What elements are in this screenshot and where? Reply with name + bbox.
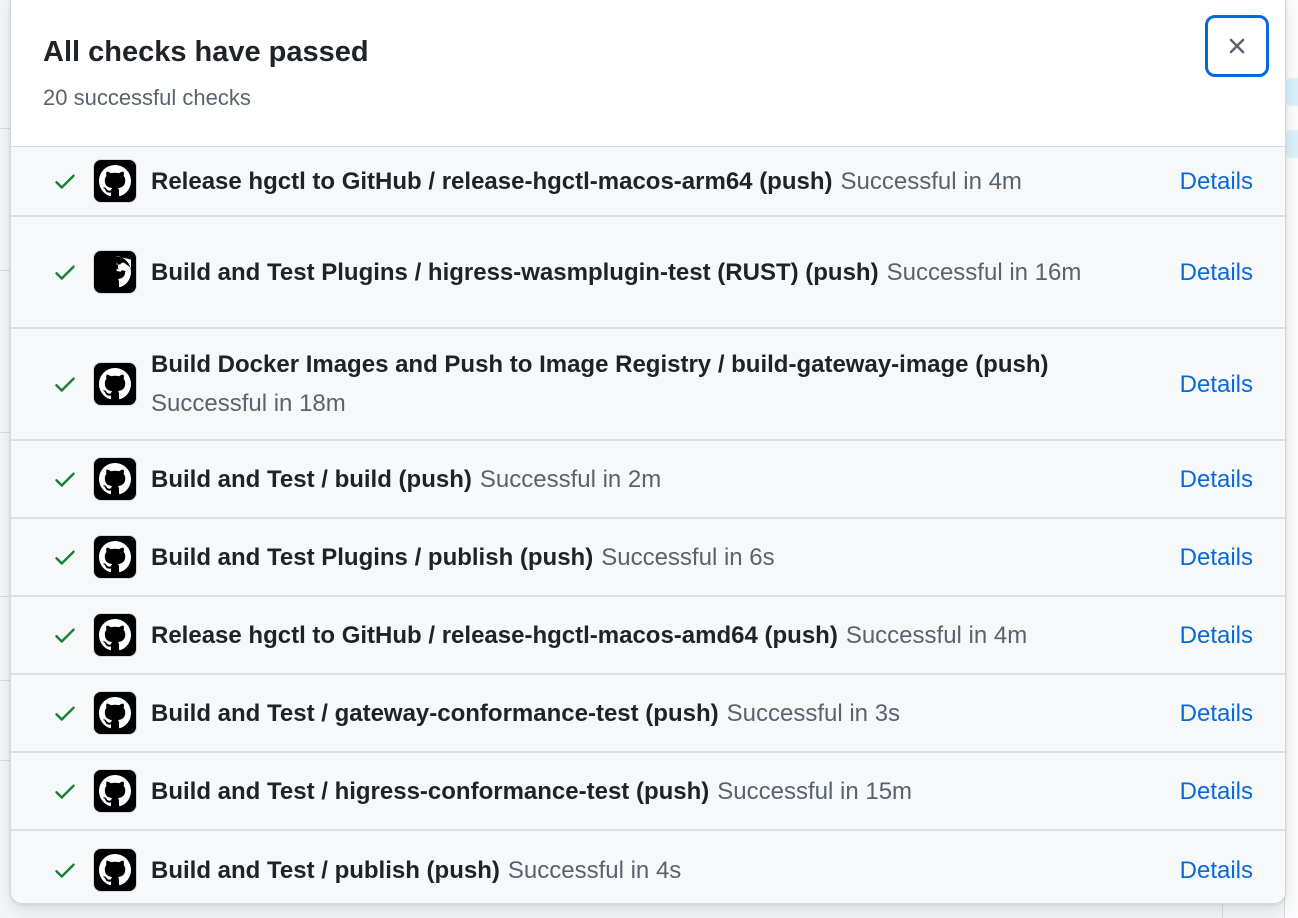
- check-status: Successful in 3s: [726, 699, 901, 727]
- check-icon: [51, 167, 79, 195]
- check-text: Build and Test / publish (push) Successfu…: [151, 851, 1180, 890]
- check-name: Build and Test Plugins / higress-wasmplu…: [151, 258, 879, 286]
- github-actions-icon: [93, 535, 137, 579]
- details-link[interactable]: Details: [1180, 253, 1253, 292]
- github-actions-icon: [93, 362, 137, 406]
- details-link[interactable]: Details: [1180, 772, 1253, 811]
- github-actions-icon: [93, 159, 137, 203]
- check-name: Build Docker Images and Push to Image Re…: [151, 351, 1049, 378]
- details-link[interactable]: Details: [1180, 616, 1253, 655]
- check-status: Successful in 4m: [845, 621, 1028, 649]
- details-link[interactable]: Details: [1180, 694, 1253, 733]
- check-row: Build and Test / gateway-conformance-tes…: [11, 675, 1285, 753]
- background-divider: [1222, 904, 1223, 918]
- github-actions-icon: [93, 848, 137, 892]
- check-text: Release hgctl to GitHub / release-hgctl-…: [151, 162, 1180, 201]
- check-icon: [51, 621, 79, 649]
- details-link[interactable]: Details: [1180, 162, 1253, 201]
- check-status: Successful in 2m: [479, 465, 662, 493]
- github-actions-icon: [93, 457, 137, 501]
- check-row: Build and Test Plugins / publish (push) S…: [11, 519, 1285, 597]
- check-row: Build and Test / build (push) Successful …: [11, 441, 1285, 519]
- details-link[interactable]: Details: [1180, 365, 1253, 404]
- github-actions-icon: [93, 250, 137, 294]
- check-status: Successful in 4s: [507, 856, 682, 884]
- background-divider: [0, 432, 10, 433]
- check-text: Build and Test / higress-conformance-tes…: [151, 772, 1180, 811]
- check-name: Build and Test Plugins / publish (push): [151, 543, 594, 571]
- github-actions-icon: [93, 691, 137, 735]
- check-row: Release hgctl to GitHub / release-hgctl-…: [11, 597, 1285, 675]
- dialog-header: All checks have passed 20 successful che…: [11, 0, 1285, 147]
- check-icon: [51, 370, 79, 398]
- check-status: Successful in 15m: [717, 777, 913, 805]
- dialog-subtitle: 20 successful checks: [43, 85, 251, 110]
- background-divider: [0, 270, 10, 271]
- check-row: Release hgctl to GitHub / release-hgctl-…: [11, 147, 1285, 217]
- background-divider: [0, 128, 10, 129]
- details-link[interactable]: Details: [1180, 460, 1253, 499]
- background-sidebar: [1284, 0, 1298, 918]
- check-text: Build and Test Plugins / publish (push) S…: [151, 538, 1180, 577]
- check-status: Successful in 16m: [886, 258, 1082, 286]
- check-row: Build and Test Plugins / higress-wasmplu…: [11, 217, 1285, 329]
- check-text: Build and Test / gateway-conformance-tes…: [151, 694, 1180, 733]
- check-name: Build and Test / higress-conformance-tes…: [151, 777, 710, 805]
- background-divider: [0, 680, 10, 681]
- check-name: Release hgctl to GitHub / release-hgctl-…: [151, 621, 838, 649]
- check-text: Build Docker Images and Push to Image Re…: [151, 345, 1180, 423]
- dialog-title: All checks have passed: [43, 36, 369, 68]
- check-row: Build and Test / higress-conformance-tes…: [11, 753, 1285, 831]
- check-status: Successful in 18m: [151, 390, 346, 417]
- check-icon: [51, 543, 79, 571]
- details-link[interactable]: Details: [1180, 538, 1253, 577]
- check-status: Successful in 6s: [601, 543, 775, 571]
- check-status: Successful in 4m: [840, 167, 1022, 195]
- background-chip: [1286, 78, 1298, 106]
- background-chip: [1286, 130, 1298, 158]
- check-icon: [51, 465, 79, 493]
- check-icon: [51, 699, 79, 727]
- github-actions-icon: [93, 613, 137, 657]
- check-text: Build and Test / build (push) Successful …: [151, 460, 1180, 499]
- x-icon: [1229, 38, 1245, 54]
- check-name: Build and Test / gateway-conformance-tes…: [151, 699, 719, 727]
- check-icon: [51, 856, 79, 884]
- background-divider: [0, 596, 10, 597]
- check-name: Build and Test / publish (push): [151, 856, 500, 884]
- check-row: Build Docker Images and Push to Image Re…: [11, 329, 1285, 441]
- close-button[interactable]: [1205, 15, 1269, 77]
- check-text: Release hgctl to GitHub / release-hgctl-…: [151, 616, 1180, 655]
- check-text: Build and Test Plugins / higress-wasmplu…: [151, 253, 1180, 292]
- github-actions-icon: [93, 769, 137, 813]
- check-name: Release hgctl to GitHub / release-hgctl-…: [151, 167, 833, 195]
- check-list: Release hgctl to GitHub / release-hgctl-…: [11, 147, 1285, 903]
- background-divider: [0, 760, 10, 761]
- checks-dialog: All checks have passed 20 successful che…: [10, 0, 1286, 904]
- check-name: Build and Test / build (push): [151, 465, 472, 493]
- check-icon: [51, 258, 79, 286]
- check-icon: [51, 777, 79, 805]
- check-row: Build and Test / publish (push) Successfu…: [11, 831, 1285, 903]
- details-link[interactable]: Details: [1180, 851, 1253, 890]
